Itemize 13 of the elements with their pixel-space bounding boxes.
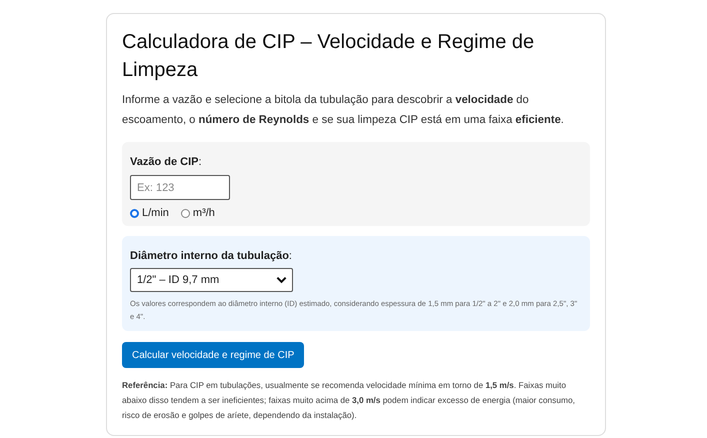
page-title: Calculadora de CIP – Velocidade e Regime de Limpeza xyxy=(122,30,536,83)
unit-label[interactable]: m³/h xyxy=(192,207,215,219)
diameter-label: Diâmetro interno da tubulação: xyxy=(130,250,292,262)
radio-button[interactable] xyxy=(130,208,139,218)
diameter-select[interactable]: 1/2" – ID 9,7 mm xyxy=(130,268,293,292)
intro-text: Informe a vazão e selecione a bitola da tubulação para descobrir a velocidade do escoamento, o número de Reynolds e se sua limpeza CIP está em uma faixa eficiente. xyxy=(122,93,565,128)
flow-input-field[interactable]: Ex: 123 xyxy=(130,175,230,200)
calculate-button[interactable]: Calcular velocidade e regime de CIP xyxy=(122,342,304,368)
chevron-down-icon xyxy=(276,276,287,284)
reference-text: Referência: Para CIP em tubulações, usualmente se recomenda velocidade mínima em torno de 1,5 m/s. Faixas muito abaixo disso tendem a ser ineficientes; faixas muito acima de 3,0 m/s podem indicar excesso de energia (maior consumo, risco de erosão e golpes de aríete, dependendo da instalação). xyxy=(122,379,576,422)
unit-label[interactable]: L/min xyxy=(142,207,169,219)
radio-button[interactable] xyxy=(180,208,190,218)
flow-label: Vazão de CIP: xyxy=(130,156,202,168)
